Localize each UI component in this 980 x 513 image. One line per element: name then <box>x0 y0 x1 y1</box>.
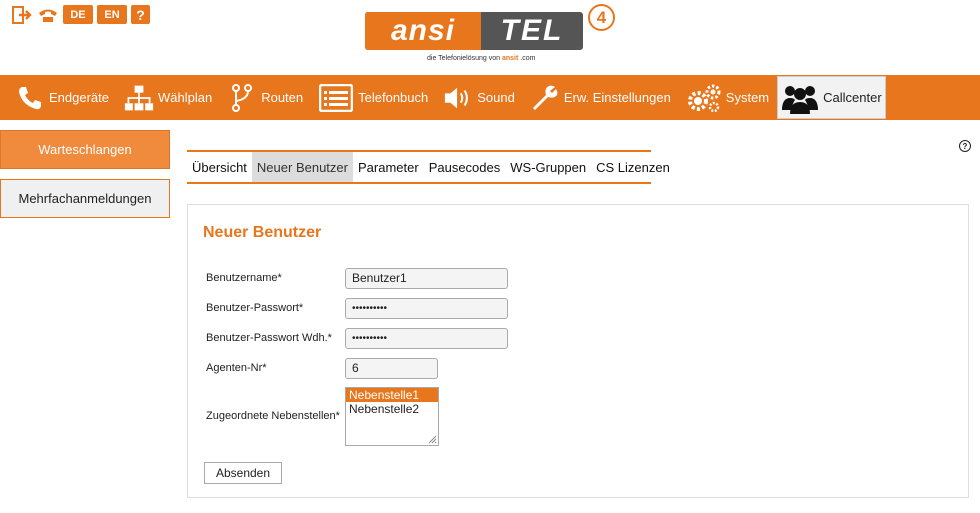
nav-label: Telefonbuch <box>358 90 429 105</box>
submit-button[interactable]: Absenden <box>204 462 282 484</box>
password-input[interactable]: •••••••••• <box>345 298 508 319</box>
agent-number-label: Agenten-Nr* <box>206 362 267 374</box>
tagline-brand: ansit <box>502 55 519 62</box>
users-icon <box>781 83 819 114</box>
username-label: Benutzername* <box>206 272 282 284</box>
wrench-icon <box>530 83 560 113</box>
tab-parameter[interactable]: Parameter <box>353 152 424 182</box>
nav-item-waehlplan[interactable]: Wählplan <box>109 75 212 120</box>
lang-en-button[interactable]: EN <box>97 5 127 24</box>
tagline-suffix: com <box>522 55 536 62</box>
speaker-icon <box>443 83 473 113</box>
nav-label: Routen <box>261 90 304 105</box>
gears-icon <box>686 83 722 113</box>
nav-item-sound[interactable]: Sound <box>428 75 515 120</box>
nav-item-routen[interactable]: Routen <box>212 75 303 120</box>
main-nav: Endgeräte Wählplan Routen Telefonbuch So… <box>0 75 980 120</box>
brand-logo: ansi TEL 4 die Telefonielösung von ansit… <box>365 4 620 66</box>
tab-cs-lizenzen[interactable]: CS Lizenzen <box>591 152 675 182</box>
phone-icon[interactable] <box>37 5 59 24</box>
new-user-form: Neuer Benutzer Benutzername* Benutzer1 B… <box>187 204 969 498</box>
logo-tagline: die Telefonielösung von ansit .com <box>427 55 535 62</box>
nav-label: Sound <box>477 90 515 105</box>
logo-left-text: ansi <box>365 12 481 50</box>
nav-item-telefonbuch[interactable]: Telefonbuch <box>303 75 428 120</box>
help-icon[interactable]: ? <box>959 140 971 152</box>
exit-icon[interactable] <box>11 5 33 24</box>
nav-label: Callcenter <box>823 90 882 105</box>
extensions-listbox[interactable]: Nebenstelle1 Nebenstelle2 <box>345 387 439 446</box>
sidebar-item-mehrfachanmeldungen[interactable]: Mehrfachanmeldungen <box>0 179 170 218</box>
addressbook-icon <box>318 83 354 113</box>
nav-label: Erw. Einstellungen <box>563 90 671 105</box>
nav-item-system[interactable]: System <box>671 75 769 120</box>
logo-version: 4 <box>588 4 615 31</box>
sidebar-item-warteschlangen[interactable]: Warteschlangen <box>0 130 170 169</box>
tagline-prefix: die Telefonielösung von <box>427 55 501 62</box>
extension-option[interactable]: Nebenstelle2 <box>346 402 438 416</box>
nav-item-endgeraete[interactable]: Endgeräte <box>0 75 109 120</box>
lang-de-button[interactable]: DE <box>63 5 93 24</box>
route-icon <box>227 83 257 113</box>
nav-label: System <box>725 90 770 105</box>
sub-tabs: Übersicht Neuer Benutzer Parameter Pause… <box>187 150 670 184</box>
tab-pausecodes[interactable]: Pausecodes <box>424 152 506 182</box>
logo-right-text: TEL <box>500 14 564 47</box>
phone-handset-icon <box>15 83 45 113</box>
form-title: Neuer Benutzer <box>203 224 322 241</box>
password-repeat-label: Benutzer-Passwort Wdh.* <box>206 332 332 344</box>
resize-handle-icon[interactable] <box>427 434 437 444</box>
logo-box: ansi TEL <box>365 12 583 50</box>
help-button[interactable]: ? <box>131 5 150 24</box>
sitemap-icon <box>124 83 154 113</box>
username-input[interactable]: Benutzer1 <box>345 268 508 289</box>
nav-label: Wählplan <box>158 90 213 105</box>
tab-ws-gruppen[interactable]: WS-Gruppen <box>505 152 591 182</box>
password-repeat-input[interactable]: •••••••••• <box>345 328 508 349</box>
password-label: Benutzer-Passwort* <box>206 302 304 314</box>
nav-item-erw-einstellungen[interactable]: Erw. Einstellungen <box>515 75 671 120</box>
extensions-label: Zugeordnete Nebenstellen* <box>206 410 340 422</box>
tab-neuer-benutzer[interactable]: Neuer Benutzer <box>251 152 353 182</box>
extension-option[interactable]: Nebenstelle1 <box>346 388 438 402</box>
tab-uebersicht[interactable]: Übersicht <box>187 152 252 182</box>
nav-label: Endgeräte <box>49 90 109 105</box>
top-toolbar: DE EN ? <box>11 5 150 24</box>
agent-number-input[interactable]: 6 <box>345 358 438 379</box>
nav-item-callcenter[interactable]: Callcenter <box>777 76 886 119</box>
